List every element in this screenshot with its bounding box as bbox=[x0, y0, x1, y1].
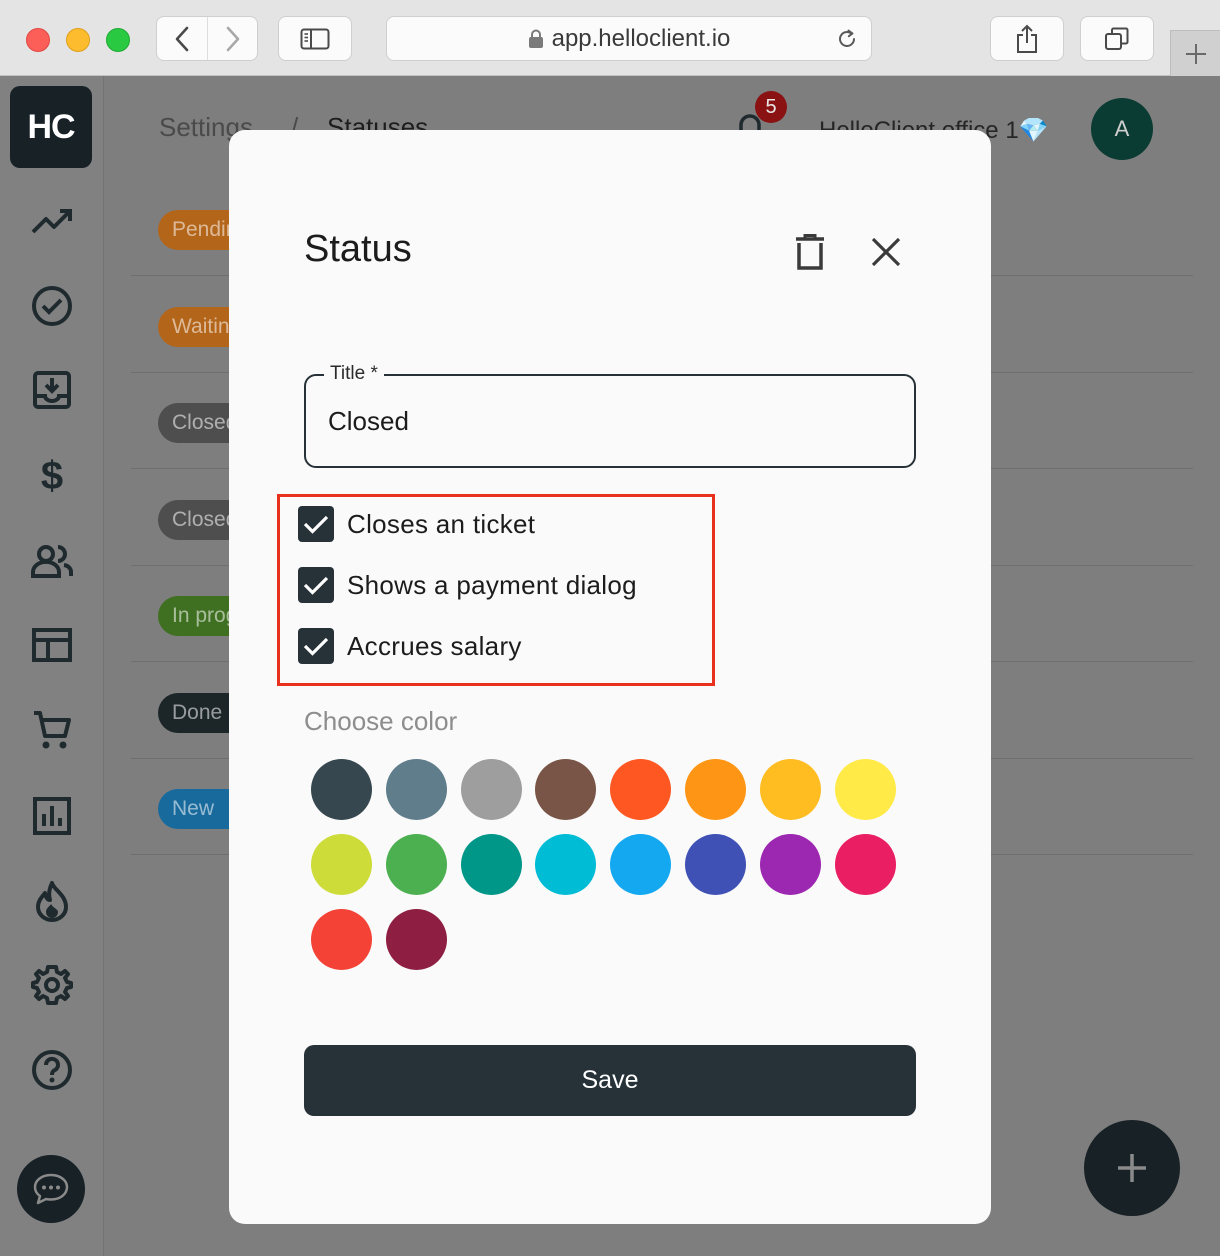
color-swatch[interactable] bbox=[685, 834, 746, 895]
history-nav bbox=[156, 16, 258, 61]
nav-analytics[interactable] bbox=[29, 198, 75, 244]
color-swatch[interactable] bbox=[610, 834, 672, 895]
support-chat-button[interactable] bbox=[17, 1155, 85, 1223]
color-swatch[interactable] bbox=[834, 759, 896, 820]
app-sidebar: HC $ bbox=[0, 76, 104, 1256]
payment-dialog-checkbox[interactable] bbox=[298, 567, 334, 603]
cart-icon bbox=[34, 711, 71, 749]
address-bar[interactable]: app.helloclient.io bbox=[386, 16, 872, 61]
color-swatch[interactable] bbox=[311, 759, 372, 820]
help-icon bbox=[32, 1050, 72, 1090]
chevron-right-icon bbox=[226, 26, 239, 51]
plus-icon bbox=[1118, 1154, 1146, 1182]
user-avatar[interactable]: A bbox=[1091, 98, 1153, 160]
color-swatch[interactable] bbox=[385, 759, 447, 820]
color-swatch[interactable] bbox=[385, 909, 447, 970]
payment-dialog-label: Shows a payment dialog bbox=[347, 569, 637, 600]
forward-button[interactable] bbox=[207, 17, 257, 60]
table-icon bbox=[32, 628, 72, 662]
color-swatch[interactable] bbox=[685, 759, 746, 820]
bar-chart-icon bbox=[33, 797, 71, 835]
nav-finance[interactable]: $ bbox=[29, 452, 75, 498]
users-icon bbox=[31, 545, 74, 578]
closes-ticket-checkbox[interactable] bbox=[298, 506, 334, 542]
window-zoom-button[interactable] bbox=[106, 28, 130, 52]
inbox-download-icon bbox=[33, 371, 71, 409]
lock-icon bbox=[528, 29, 543, 48]
window-minimize-button[interactable] bbox=[66, 28, 90, 52]
back-button[interactable] bbox=[157, 17, 207, 60]
checkmark-icon bbox=[303, 637, 329, 656]
new-tab-button[interactable] bbox=[1170, 30, 1220, 76]
dollar-icon: $ bbox=[41, 454, 63, 497]
close-icon bbox=[871, 237, 901, 267]
title-field-label: Title * bbox=[324, 363, 384, 385]
nav-settings[interactable] bbox=[29, 962, 75, 1008]
tabs-icon bbox=[1105, 27, 1129, 50]
nav-tasks[interactable] bbox=[29, 283, 75, 329]
accrues-salary-checkbox[interactable] bbox=[298, 628, 334, 664]
checkmark-icon bbox=[303, 576, 329, 595]
flame-icon bbox=[36, 881, 68, 922]
title-field: Title * bbox=[304, 363, 916, 468]
chevron-left-icon bbox=[175, 26, 189, 51]
closes-ticket-option[interactable]: Closes an ticket bbox=[298, 504, 535, 544]
tab-overview-button[interactable] bbox=[1080, 16, 1154, 61]
notification-badge: 5 bbox=[755, 91, 787, 123]
color-swatch[interactable] bbox=[834, 834, 896, 895]
title-input[interactable] bbox=[328, 406, 888, 437]
nav-shop[interactable] bbox=[29, 707, 75, 753]
closes-ticket-label: Closes an ticket bbox=[347, 508, 536, 539]
choose-color-label: Choose color bbox=[304, 706, 458, 736]
share-icon bbox=[1017, 24, 1037, 53]
plus-icon bbox=[1185, 43, 1206, 64]
sidebar-toggle-button[interactable] bbox=[278, 16, 352, 61]
trending-up-icon bbox=[31, 209, 72, 234]
add-status-fab[interactable] bbox=[1084, 1120, 1180, 1216]
sidebar-icon bbox=[300, 28, 330, 49]
nav-help[interactable] bbox=[29, 1047, 75, 1093]
check-circle-icon bbox=[32, 286, 72, 326]
status-dialog: Status Title * Closes an ticket Shows a … bbox=[229, 130, 991, 1224]
window-close-button[interactable] bbox=[26, 28, 50, 52]
color-swatch[interactable] bbox=[759, 759, 821, 820]
checkmark-icon bbox=[303, 515, 329, 534]
color-swatch[interactable] bbox=[460, 759, 522, 820]
color-swatch[interactable] bbox=[610, 759, 672, 820]
color-swatch[interactable] bbox=[385, 834, 447, 895]
dialog-title: Status bbox=[304, 228, 412, 270]
nav-inbox[interactable] bbox=[29, 367, 75, 413]
reload-icon[interactable] bbox=[835, 27, 859, 51]
color-swatch[interactable] bbox=[311, 909, 372, 970]
nav-tables[interactable] bbox=[29, 622, 75, 668]
payment-dialog-option[interactable]: Shows a payment dialog bbox=[298, 565, 637, 605]
url-text: app.helloclient.io bbox=[551, 24, 731, 52]
accrues-salary-option[interactable]: Accrues salary bbox=[298, 626, 522, 666]
share-button[interactable] bbox=[990, 16, 1064, 61]
color-swatch[interactable] bbox=[535, 834, 597, 895]
color-swatch[interactable] bbox=[311, 834, 372, 895]
svg-text:$: $ bbox=[41, 454, 63, 497]
color-swatch[interactable] bbox=[759, 834, 821, 895]
delete-status-button[interactable] bbox=[786, 228, 834, 276]
nav-hot[interactable] bbox=[29, 878, 75, 924]
accrues-salary-label: Accrues salary bbox=[347, 630, 522, 661]
app-logo[interactable]: HC bbox=[10, 86, 92, 168]
color-swatch[interactable] bbox=[460, 834, 522, 895]
trash-icon bbox=[796, 234, 824, 270]
gear-icon bbox=[31, 965, 73, 1005]
browser-toolbar: app.helloclient.io bbox=[0, 0, 1220, 76]
nav-clients[interactable] bbox=[29, 538, 75, 584]
chat-icon bbox=[33, 1173, 69, 1205]
close-dialog-button[interactable] bbox=[862, 228, 910, 276]
color-swatch[interactable] bbox=[535, 759, 597, 820]
nav-reports[interactable] bbox=[29, 793, 75, 839]
save-button[interactable]: Save bbox=[304, 1045, 916, 1116]
